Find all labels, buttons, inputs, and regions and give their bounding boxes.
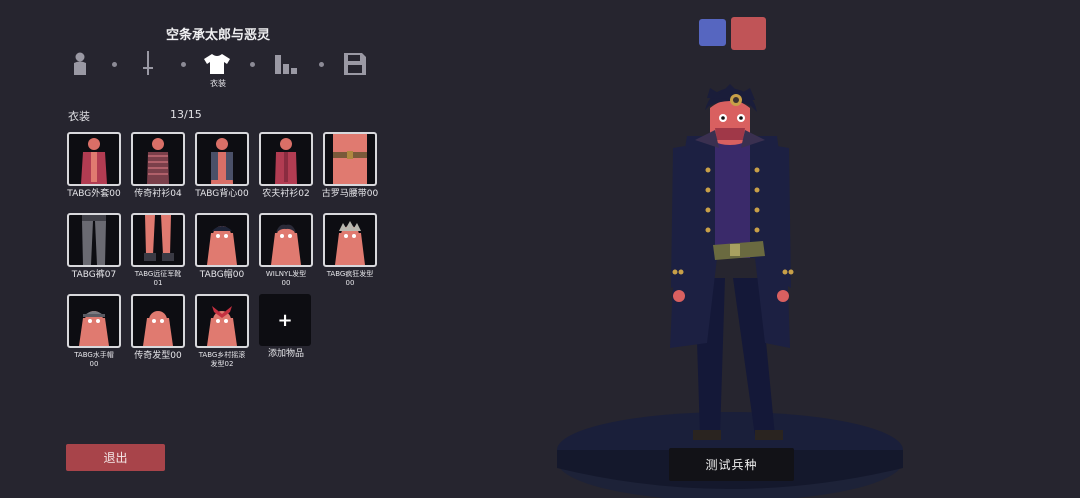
- item-thumbnail: [195, 294, 249, 348]
- item-label: TABG帽00: [199, 270, 245, 280]
- outfit-section-label: 衣装: [68, 110, 90, 123]
- add-item-label: 添加物品: [267, 349, 304, 359]
- item-thumbnail: [131, 213, 185, 267]
- tab-clothing-label: 衣装: [210, 79, 226, 88]
- item-label: WILNYL发型 00: [265, 270, 307, 287]
- tab-save[interactable]: [341, 50, 369, 78]
- outfit-item[interactable]: 传奇衬衫04: [131, 132, 185, 200]
- item-thumbnail: [131, 294, 185, 348]
- shirt-icon: [204, 54, 230, 74]
- tab-separator: [250, 62, 255, 67]
- item-thumbnail: [131, 132, 185, 186]
- item-label: 传奇衬衫04: [134, 189, 182, 199]
- item-thumbnail: [323, 213, 377, 267]
- outfit-item[interactable]: TABG背心00: [195, 132, 249, 200]
- outfit-item[interactable]: 农夫衬衫02: [259, 132, 313, 200]
- item-label: TABG乡村摇滚 发型02: [198, 351, 246, 368]
- tab-clothing[interactable]: [203, 50, 231, 78]
- unit-title: 空条承太郎与恶灵: [165, 28, 270, 43]
- item-thumbnail: [323, 132, 377, 186]
- person-icon: [74, 52, 86, 75]
- item-label: TABG远征军靴 01: [134, 270, 182, 287]
- item-thumbnail: [195, 213, 249, 267]
- outfit-item[interactable]: 古罗马腰带00: [322, 132, 378, 200]
- tab-weapon[interactable]: [134, 50, 162, 78]
- team-color-red[interactable]: [731, 17, 766, 50]
- item-thumbnail: [195, 132, 249, 186]
- tab-body[interactable]: [66, 50, 94, 78]
- item-label: TABG水手帽 00: [74, 351, 114, 368]
- character-preview: [557, 84, 903, 498]
- item-label: 古罗马腰带00: [321, 189, 379, 199]
- item-thumbnail: [67, 213, 121, 267]
- outfit-item[interactable]: TABG水手帽 00: [67, 294, 121, 369]
- item-thumbnail: [259, 213, 313, 267]
- sword-icon: [143, 51, 153, 75]
- item-label: TABG裤07: [71, 270, 117, 280]
- plus-icon: +: [259, 294, 311, 346]
- item-label: 传奇发型00: [134, 351, 182, 361]
- outfit-item[interactable]: 传奇发型00: [131, 294, 185, 362]
- save-icon: [344, 53, 366, 75]
- item-thumbnail: [67, 132, 121, 186]
- add-item-button[interactable]: + 添加物品: [259, 294, 313, 360]
- tab-stats[interactable]: [272, 50, 300, 78]
- exit-button[interactable]: 退出: [66, 444, 165, 471]
- bars-icon: [275, 55, 297, 74]
- outfit-item[interactable]: TABG远征军靴 01: [131, 213, 185, 288]
- item-label: TABG疯狂发型 00: [326, 270, 374, 287]
- team-color-blue[interactable]: [699, 19, 726, 46]
- tab-separator: [181, 62, 186, 67]
- outfit-item[interactable]: TABG外套00: [67, 132, 121, 200]
- outfit-item[interactable]: TABG帽00: [195, 213, 249, 281]
- item-label: TABG背心00: [195, 189, 249, 199]
- tab-separator: [112, 62, 117, 67]
- test-unit-button[interactable]: 测试兵种: [669, 448, 794, 481]
- outfit-count: 13/15: [170, 108, 202, 121]
- outfit-item[interactable]: WILNYL发型 00: [259, 213, 313, 288]
- outfit-item[interactable]: TABG疯狂发型 00: [323, 213, 377, 288]
- item-thumbnail: [259, 132, 313, 186]
- item-label: TABG外套00: [67, 189, 121, 199]
- tab-separator: [319, 62, 324, 67]
- outfit-item[interactable]: TABG裤07: [67, 213, 121, 281]
- item-label: 农夫衬衫02: [262, 189, 310, 199]
- outfit-item[interactable]: TABG乡村摇滚 发型02: [195, 294, 249, 369]
- item-thumbnail: [67, 294, 121, 348]
